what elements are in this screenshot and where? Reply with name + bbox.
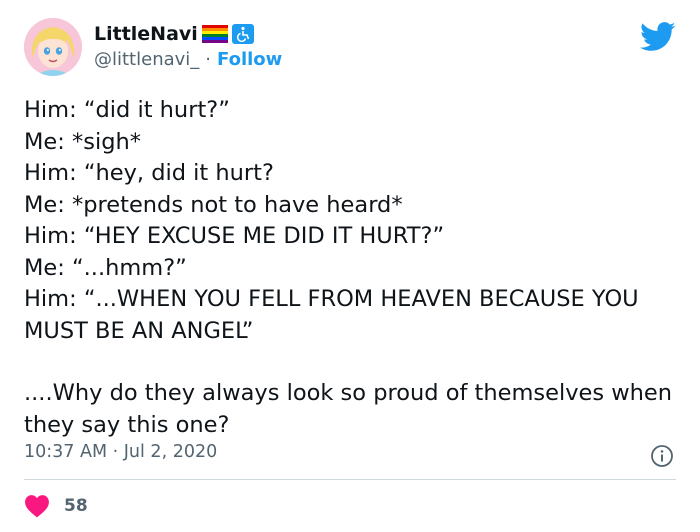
like-count: 58 <box>64 496 88 516</box>
tweet-line: Me: *pretends not to have heard* <box>24 191 403 218</box>
tweet-line: Him: “did it hurt?” <box>24 97 230 123</box>
display-name[interactable]: LittleNavi <box>94 23 198 45</box>
tweet-line: Me: *sigh* <box>24 128 142 155</box>
wheelchair-icon <box>231 24 254 44</box>
author-name-row: LittleNavi <box>94 20 254 48</box>
heart-icon[interactable] <box>24 494 50 518</box>
tweet-line: Him: “hey, did it hurt? <box>24 160 274 186</box>
tweet-text: Him: “did it hurt?” Me: *sigh* Him: “hey… <box>24 95 684 441</box>
tweet-line: Me: “...hmm?” <box>24 254 187 281</box>
handle[interactable]: @littlenavi_ <box>94 49 199 70</box>
twitter-bird-icon[interactable] <box>640 22 676 52</box>
tweet-card: LittleNavi @littlenavi_ · Follow Him: “d… <box>0 0 700 532</box>
follow-button[interactable]: Follow <box>217 49 282 70</box>
divider <box>24 479 676 480</box>
rainbow-flag-icon <box>201 25 228 43</box>
info-icon[interactable] <box>650 444 674 468</box>
tweet-line: Him: “HEY EXCUSE ME DID IT HURT?” <box>24 223 445 249</box>
timestamp[interactable]: 10:37 AM · Jul 2, 2020 <box>24 442 217 462</box>
handle-row: @littlenavi_ · Follow <box>94 49 282 70</box>
tweet-line: Him: “...WHEN YOU FELL FROM HEAVEN BECAU… <box>24 286 646 344</box>
like-area[interactable]: 58 <box>24 492 88 520</box>
avatar[interactable] <box>24 18 82 76</box>
separator: · <box>205 49 212 70</box>
tweet-closing: ....Why do they always look so proud of … <box>24 380 680 438</box>
